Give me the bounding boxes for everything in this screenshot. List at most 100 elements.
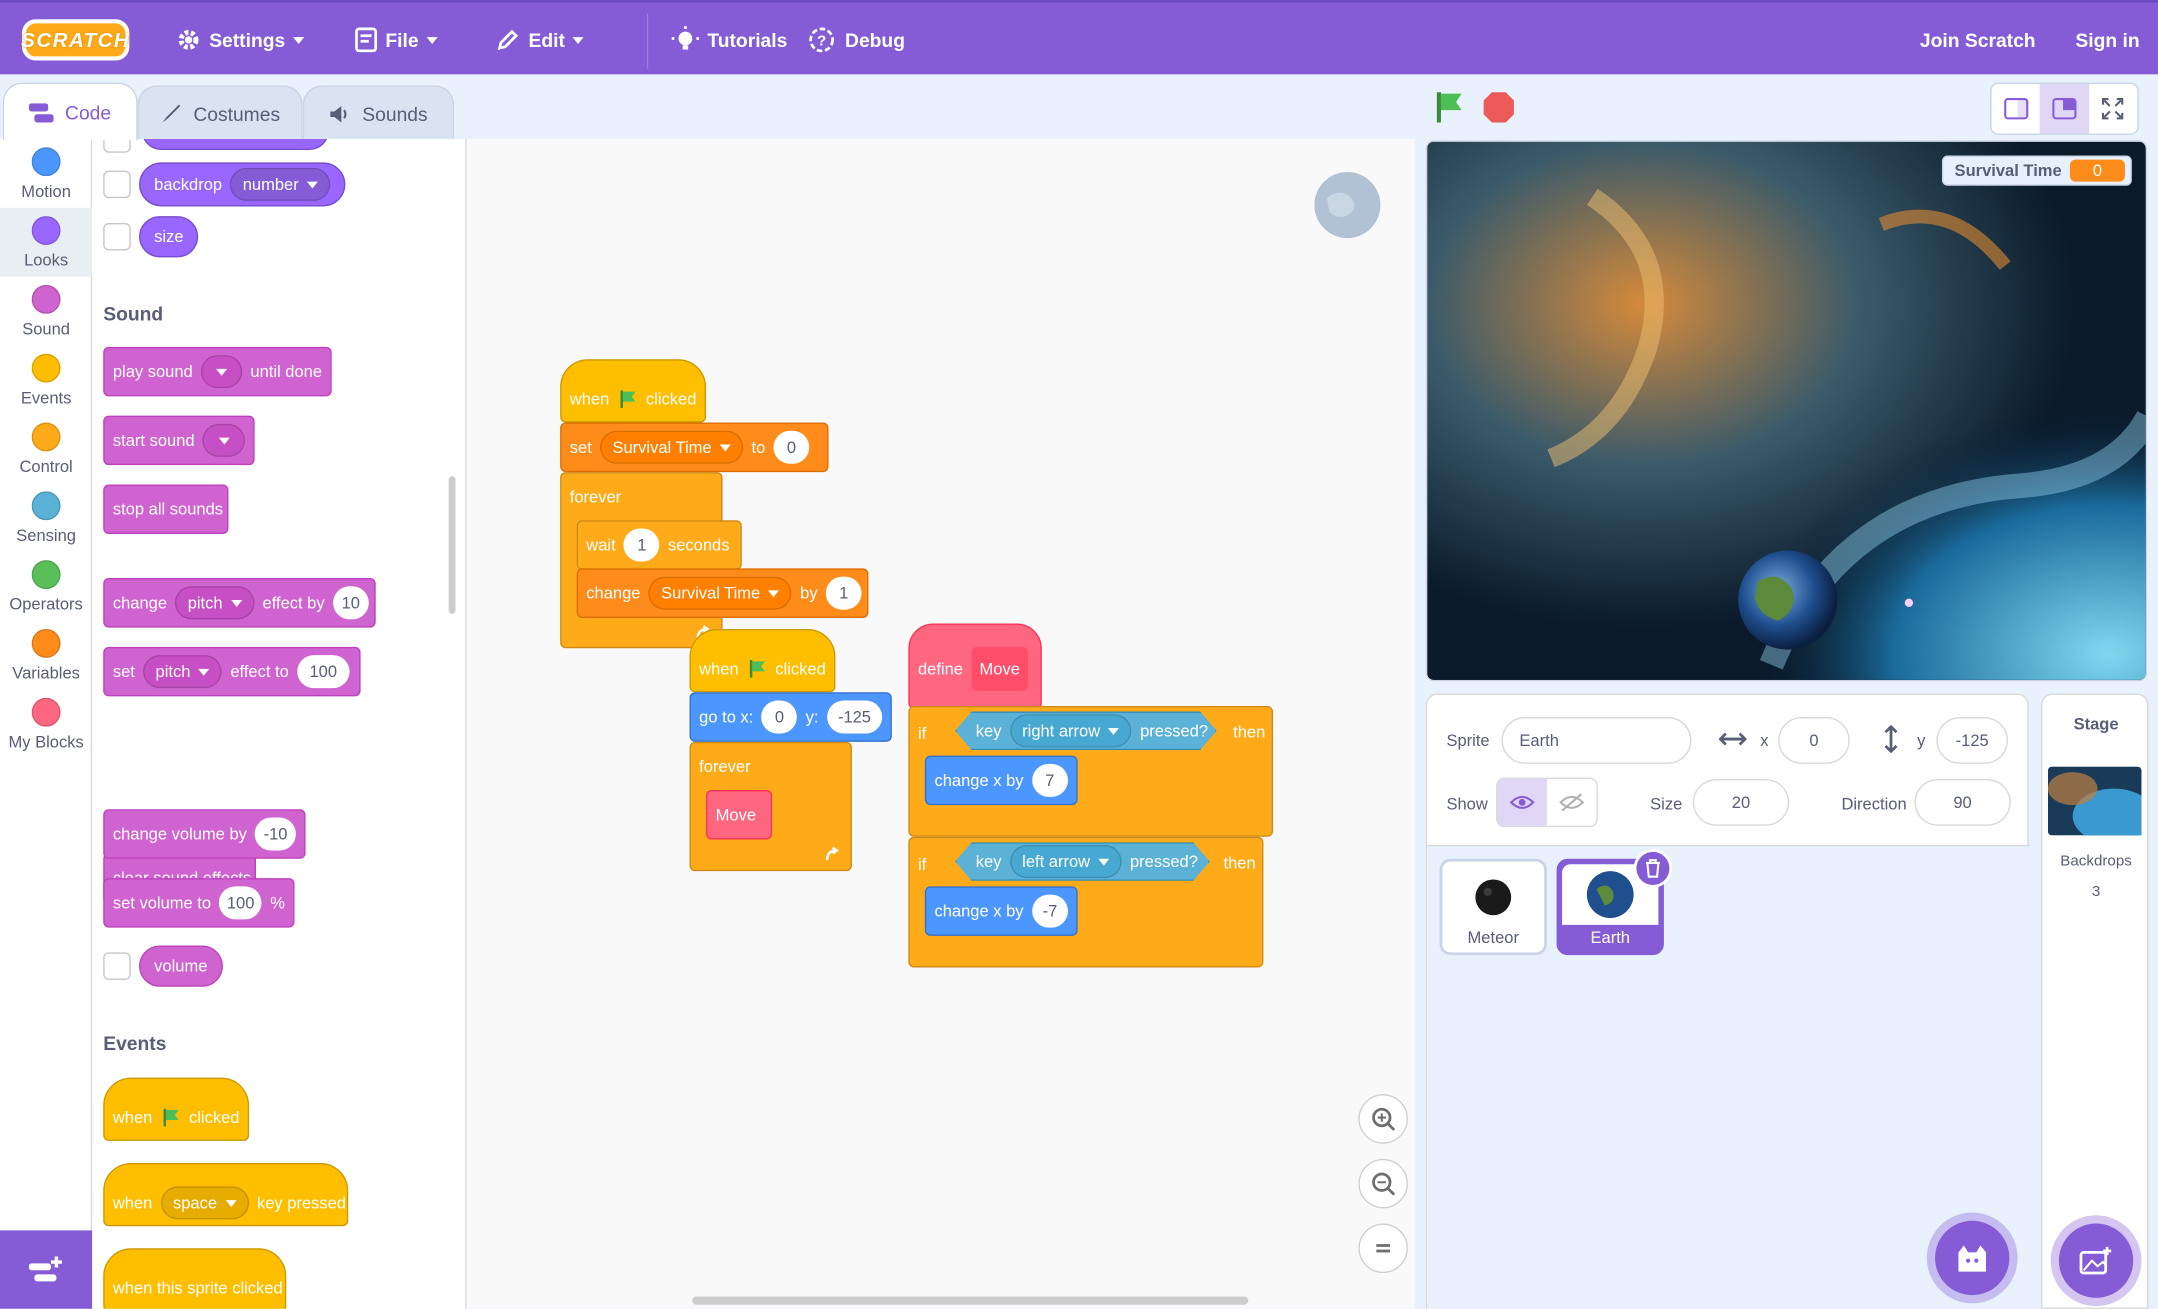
y-input[interactable]: -125 — [1936, 717, 2008, 764]
number-input[interactable]: 100 — [297, 655, 350, 689]
sprite-name-input[interactable]: Earth — [1501, 717, 1692, 764]
number-input[interactable]: -7 — [1031, 894, 1068, 928]
sound-dropdown[interactable] — [201, 355, 243, 389]
palette-scrollbar[interactable] — [448, 476, 456, 614]
variable-dropdown[interactable]: Survival Time — [600, 430, 744, 464]
when-key-pressed-block[interactable]: when space key pressed — [103, 1162, 349, 1227]
when-flag-clicked-hat[interactable]: when clicked — [689, 628, 836, 693]
stop-sign-icon[interactable] — [1482, 91, 1515, 124]
key-right-pressed-block[interactable]: key right arrow pressed? — [955, 712, 1216, 751]
set-variable-block[interactable]: set Survival Time to 0 — [560, 422, 829, 473]
tab-code[interactable]: Code — [2, 82, 138, 141]
add-sprite-button[interactable] — [1935, 1220, 2010, 1296]
volume-reporter[interactable]: volume — [139, 945, 223, 987]
direction-input[interactable]: 90 — [1914, 778, 2011, 826]
when-sprite-clicked-block[interactable]: when this sprite clicked — [103, 1248, 287, 1309]
zoom-out-button[interactable] — [1358, 1158, 1408, 1209]
move-call-block[interactable]: Move — [706, 789, 773, 840]
variable-dropdown[interactable]: Survival Time — [648, 576, 792, 610]
backdrop-checkbox[interactable] — [103, 170, 131, 199]
when-flag-clicked-hat[interactable]: when clicked — [560, 359, 707, 423]
play-sound-block[interactable]: play sound until done — [103, 346, 332, 397]
tab-sounds[interactable]: Sounds — [302, 85, 455, 141]
partial-looks-block[interactable] — [141, 139, 329, 151]
normal-stage-button[interactable] — [2040, 83, 2089, 134]
set-pitch-block[interactable]: set pitch effect to 100 — [103, 646, 361, 697]
volume-checkbox[interactable] — [103, 952, 131, 980]
key-left-pressed-block[interactable]: key left arrow pressed? — [955, 842, 1210, 881]
file-menu[interactable]: File — [355, 3, 438, 77]
size-checkbox[interactable] — [103, 222, 131, 251]
sprite-thumb-meteor[interactable]: Meteor — [1439, 858, 1547, 956]
change-pitch-block[interactable]: change pitch effect by 10 — [103, 578, 376, 628]
number-input[interactable]: 1 — [825, 576, 862, 610]
category-control[interactable]: Control — [0, 414, 92, 483]
then-label: then — [1233, 722, 1266, 742]
fullscreen-button[interactable] — [2089, 84, 2138, 134]
survival-time-monitor[interactable]: Survival Time 0 — [1942, 155, 2132, 186]
show-visible-button[interactable] — [1497, 778, 1547, 826]
stage-selector[interactable]: Stage Backdrops 3 — [2041, 693, 2149, 1309]
green-flag-button-icon[interactable] — [1433, 91, 1466, 124]
number-input[interactable]: 7 — [1031, 763, 1068, 797]
category-my-blocks[interactable]: My Blocks — [0, 690, 92, 759]
backdrop-dropdown[interactable]: number — [230, 167, 331, 201]
checkbox[interactable] — [103, 139, 131, 153]
change-x-block[interactable]: change x by 7 — [924, 755, 1078, 806]
category-motion[interactable]: Motion — [0, 139, 92, 208]
number-input[interactable]: 1 — [623, 528, 660, 562]
debug-menu[interactable]: ? Debug — [807, 3, 905, 77]
category-looks[interactable]: Looks — [0, 207, 93, 277]
stop-all-sounds-block[interactable]: stop all sounds — [103, 484, 229, 534]
workspace-scrollbar[interactable] — [692, 1296, 1249, 1305]
y-input[interactable]: -125 — [826, 700, 883, 734]
category-variables[interactable]: Variables — [0, 621, 92, 690]
change-x-block[interactable]: change x by -7 — [924, 886, 1078, 936]
zoom-reset-button[interactable] — [1358, 1223, 1408, 1274]
wait-block[interactable]: wait 1 seconds — [576, 520, 742, 570]
join-scratch-link[interactable]: Join Scratch — [1920, 3, 2036, 77]
stage-canvas[interactable]: Survival Time 0 — [1425, 140, 2147, 682]
sound-dropdown[interactable] — [202, 423, 245, 457]
key-dropdown[interactable]: left arrow — [1010, 845, 1122, 878]
when-flag-clicked-block[interactable]: when clicked — [103, 1077, 250, 1141]
zoom-in-button[interactable] — [1358, 1094, 1408, 1144]
x-input[interactable]: 0 — [1778, 717, 1850, 764]
category-events[interactable]: Events — [0, 345, 92, 414]
small-stage-button[interactable] — [1991, 84, 2040, 134]
move-prototype[interactable]: Move — [971, 646, 1029, 691]
show-hidden-button[interactable] — [1547, 779, 1597, 826]
monitor-label: Survival Time — [1954, 161, 2062, 181]
category-sensing[interactable]: Sensing — [0, 483, 92, 552]
effect-dropdown[interactable]: pitch — [175, 586, 255, 620]
number-input[interactable]: -10 — [255, 817, 296, 851]
script-workspace[interactable]: when clicked set Survival Time to 0 fore… — [466, 139, 1415, 1309]
key-dropdown[interactable]: right arrow — [1010, 714, 1132, 747]
x-input[interactable]: 0 — [761, 700, 798, 734]
settings-menu[interactable]: Settings — [176, 3, 305, 77]
change-variable-block[interactable]: change Survival Time by 1 — [576, 568, 869, 618]
tab-costumes[interactable]: Costumes — [137, 85, 303, 141]
tutorials-menu[interactable]: Tutorials — [671, 3, 787, 77]
effect-dropdown[interactable]: pitch — [143, 655, 223, 689]
scratch-logo[interactable]: SCRATCH — [21, 19, 130, 61]
number-input[interactable]: 100 — [219, 886, 262, 920]
size-input[interactable]: 20 — [1692, 778, 1790, 826]
key-dropdown[interactable]: space — [160, 1186, 249, 1220]
edit-menu[interactable]: Edit — [495, 3, 585, 77]
start-sound-block[interactable]: start sound — [103, 415, 255, 466]
add-backdrop-button[interactable] — [2058, 1223, 2134, 1298]
size-reporter[interactable]: size — [139, 216, 199, 258]
backdrop-reporter[interactable]: backdrop number — [139, 162, 346, 207]
category-operators[interactable]: Operators — [0, 552, 92, 621]
set-volume-block[interactable]: set volume to 100 % — [103, 878, 295, 928]
change-volume-block[interactable]: change volume by -10 — [103, 809, 306, 859]
add-extension-button[interactable] — [0, 1230, 93, 1309]
go-to-xy-block[interactable]: go to x: 0 y: -125 — [689, 692, 892, 742]
define-move-block[interactable]: define Move — [908, 623, 1042, 709]
sign-in-link[interactable]: Sign in — [2075, 3, 2139, 77]
value-input[interactable]: 0 — [773, 430, 810, 464]
delete-sprite-button[interactable] — [1633, 849, 1673, 888]
category-sound[interactable]: Sound — [0, 277, 92, 346]
number-input[interactable]: 10 — [332, 586, 369, 620]
